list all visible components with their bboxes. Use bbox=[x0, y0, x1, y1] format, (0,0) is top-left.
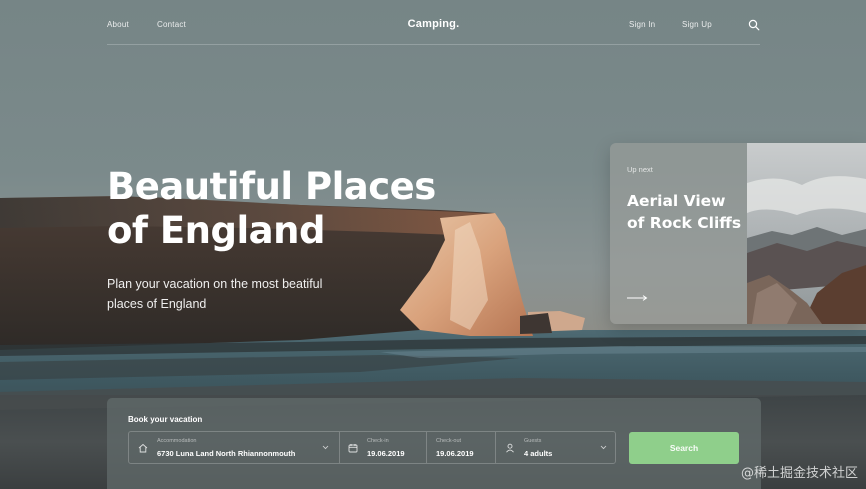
booking-title: Book your vacation bbox=[128, 415, 203, 424]
sign-in-link[interactable]: Sign In bbox=[629, 20, 655, 29]
up-next-title: Aerial View of Rock Cliffs bbox=[627, 192, 742, 232]
brand-logo[interactable]: Camping. bbox=[408, 18, 460, 30]
check-in-label: Check-in bbox=[367, 438, 389, 444]
search-button[interactable]: Search bbox=[629, 432, 739, 464]
watermark: @稀土掘金技术社区 bbox=[740, 466, 858, 481]
accommodation-label: Accommodation bbox=[157, 438, 197, 444]
search-icon[interactable] bbox=[748, 19, 760, 31]
accommodation-field[interactable]: Accommodation 6730 Luna Land North Rhian… bbox=[129, 432, 339, 463]
top-nav: About Contact Camping. Sign In Sign Up bbox=[107, 0, 760, 45]
hero-title-line-1: Beautiful Places bbox=[107, 165, 436, 208]
calendar-icon bbox=[348, 444, 358, 453]
guests-value: 4 adults bbox=[524, 449, 553, 458]
nav-contact-link[interactable]: Contact bbox=[157, 20, 186, 29]
up-next-card[interactable]: Up next Aerial View of Rock Cliffs bbox=[610, 143, 866, 324]
home-icon bbox=[138, 443, 148, 453]
chevron-down-icon[interactable] bbox=[600, 445, 607, 450]
check-out-label: Check-out bbox=[436, 438, 462, 444]
check-out-value: 19.06.2019 bbox=[436, 449, 474, 458]
hero-title: Beautiful Places of England bbox=[107, 165, 487, 253]
guests-field[interactable]: Guests 4 adults bbox=[495, 432, 615, 463]
check-out-field[interactable]: Check-out 19.06.2019 bbox=[426, 432, 495, 463]
check-in-field[interactable]: Check-in 19.06.2019 bbox=[339, 432, 426, 463]
up-next-card-text: Up next Aerial View of Rock Cliffs bbox=[610, 143, 747, 324]
chevron-down-icon[interactable] bbox=[322, 445, 329, 450]
user-icon bbox=[506, 443, 514, 453]
check-in-value: 19.06.2019 bbox=[367, 449, 405, 458]
booking-fields: Accommodation 6730 Luna Land North Rhian… bbox=[128, 431, 616, 464]
up-next-label: Up next bbox=[627, 165, 653, 174]
nav-about-link[interactable]: About bbox=[107, 20, 129, 29]
up-next-thumbnail bbox=[747, 143, 866, 324]
accommodation-value: 6730 Luna Land North Rhiannonmouth bbox=[157, 449, 296, 458]
sign-up-link[interactable]: Sign Up bbox=[682, 20, 712, 29]
arrow-right-icon[interactable] bbox=[627, 295, 649, 301]
hero-subtitle: Plan your vacation on the most beatiful … bbox=[107, 277, 323, 311]
guests-label: Guests bbox=[524, 438, 542, 444]
hero-title-line-2: of England bbox=[107, 209, 325, 252]
booking-panel: Book your vacation Accommodation 6730 Lu… bbox=[107, 398, 761, 489]
